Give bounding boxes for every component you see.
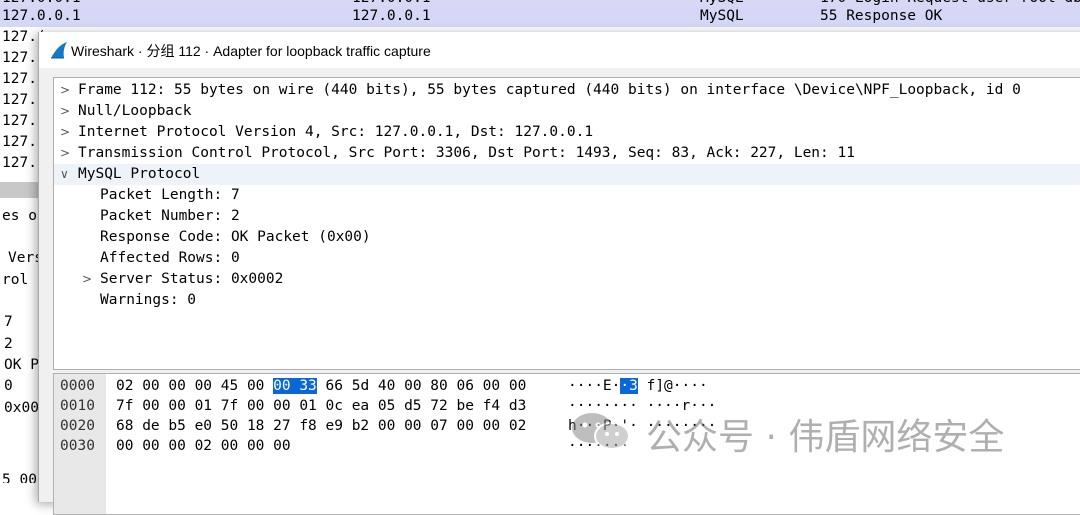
- tree-item-label: Null/Loopback: [78, 103, 192, 119]
- ascii-selected: ·3: [620, 378, 638, 394]
- hex-offset: 0030: [60, 438, 95, 454]
- detail-fragment: 5 00: [2, 472, 37, 483]
- horizontal-scrollbar[interactable]: [0, 182, 40, 198]
- hex-bytes[interactable]: 02 00 00 00 45 00 00 33 66 5d 40 00 80 0…: [116, 376, 526, 396]
- tree-item-label: Warnings: 0: [100, 292, 197, 308]
- packet-src: 127.0.0.1: [2, 8, 81, 24]
- detail-fragment: 7: [4, 314, 13, 330]
- tree-item-label: Response Code: OK Packet (0x00): [100, 229, 371, 245]
- hex-offset: 0020: [60, 418, 95, 434]
- tree-item-null-loopback[interactable]: > Null/Loopback: [54, 101, 1080, 122]
- packet-dst: 127.0.0.1: [352, 8, 431, 24]
- expand-arrow-icon[interactable]: >: [60, 122, 70, 143]
- detail-fragment: OK P: [4, 357, 39, 373]
- packet-protocol: MySQL: [700, 8, 744, 24]
- hex-bytes[interactable]: 7f 00 00 01 7f 00 00 01 0c ea 05 d5 72 b…: [116, 396, 526, 416]
- dialog-titlebar[interactable]: Wireshark · 分组 112 · Adapter for loopbac…: [39, 32, 1080, 68]
- tree-item-label: Affected Rows: 0: [100, 250, 240, 266]
- watermark: 公众号 · 伟盾网络安全: [566, 400, 1046, 460]
- expand-arrow-icon[interactable]: >: [60, 101, 70, 122]
- packet-info: 55 Response OK: [820, 8, 943, 24]
- expand-arrow-icon[interactable]: >: [60, 80, 70, 101]
- ascii-part: ····E·: [568, 378, 621, 394]
- tree-item-affected-rows[interactable]: Affected Rows: 0: [54, 248, 1080, 269]
- hex-bytes-selected: 00 33: [273, 378, 317, 394]
- tree-item-ipv4[interactable]: > Internet Protocol Version 4, Src: 127.…: [54, 122, 1080, 143]
- tree-item-label: Server Status: 0x0002: [100, 271, 284, 287]
- tree-item-label: Packet Number: 2: [100, 208, 240, 224]
- expand-arrow-icon[interactable]: >: [82, 269, 92, 290]
- tree-item-label: Packet Length: 7: [100, 187, 240, 203]
- collapse-arrow-icon[interactable]: ∨: [60, 164, 69, 185]
- wechat-logo-icon: [572, 413, 630, 450]
- detail-fragment: 2: [4, 336, 13, 352]
- hex-offset: 0000: [60, 378, 95, 394]
- tree-item-label: Frame 112: 55 bytes on wire (440 bits), …: [78, 82, 1021, 98]
- tree-item-label: Internet Protocol Version 4, Src: 127.0.…: [78, 124, 594, 140]
- hex-bytes[interactable]: 00 00 00 02 00 00 00: [116, 436, 291, 456]
- tree-item-response-code[interactable]: Response Code: OK Packet (0x00): [54, 227, 1080, 248]
- detail-fragment: rol P: [2, 272, 40, 288]
- tree-item-packet-number[interactable]: Packet Number: 2: [54, 206, 1080, 227]
- expand-arrow-icon[interactable]: >: [60, 143, 70, 164]
- tree-item-warnings[interactable]: Warnings: 0: [54, 290, 1080, 311]
- ascii-part: f]@····: [637, 378, 708, 394]
- detail-fragment: Vers: [8, 250, 40, 266]
- tree-item-label: Transmission Control Protocol, Src Port:…: [78, 145, 855, 161]
- packet-row-selected[interactable]: 127.0.0.1 127.0.0.1 MySQL 55 Response OK: [0, 6, 1080, 27]
- detail-fragment: es on: [2, 208, 40, 224]
- tree-item-tcp[interactable]: > Transmission Control Protocol, Src Por…: [54, 143, 1080, 164]
- hex-bytes-part: 02 00 00 00 45 00: [116, 378, 274, 394]
- tree-item-mysql[interactable]: ∨ MySQL Protocol: [54, 164, 1080, 185]
- detail-fragment: 0: [4, 378, 13, 394]
- hex-bytes[interactable]: 68 de b5 e0 50 18 27 f8 e9 b2 00 00 07 0…: [116, 416, 526, 436]
- tree-item-server-status[interactable]: > Server Status: 0x0002: [54, 269, 1080, 290]
- tree-item-packet-length[interactable]: Packet Length: 7: [54, 185, 1080, 206]
- tree-item-frame[interactable]: > Frame 112: 55 bytes on wire (440 bits)…: [54, 80, 1080, 101]
- packet-detail-tree[interactable]: > Frame 112: 55 bytes on wire (440 bits)…: [53, 77, 1080, 370]
- ascii-bytes[interactable]: ····E··3 f]@····: [568, 376, 708, 396]
- tree-item-label: MySQL Protocol: [78, 166, 201, 182]
- packet-details-pane: es on Vers rol P 7 2 OK P 0 0x00 5 00: [0, 200, 40, 483]
- hex-bytes-part: 66 5d 40 00 80 06 00 00: [316, 378, 527, 394]
- detail-fragment: 0x00: [4, 400, 39, 416]
- dialog-title: Wireshark · 分组 112 · Adapter for loopbac…: [71, 43, 431, 59]
- wireshark-fin-icon: [51, 42, 67, 59]
- hex-row[interactable]: 0000 02 00 00 00 45 00 00 33 66 5d 40 00…: [54, 376, 1080, 396]
- hex-offset: 0010: [60, 398, 95, 414]
- watermark-text: 公众号 · 伟盾网络安全: [646, 417, 1005, 458]
